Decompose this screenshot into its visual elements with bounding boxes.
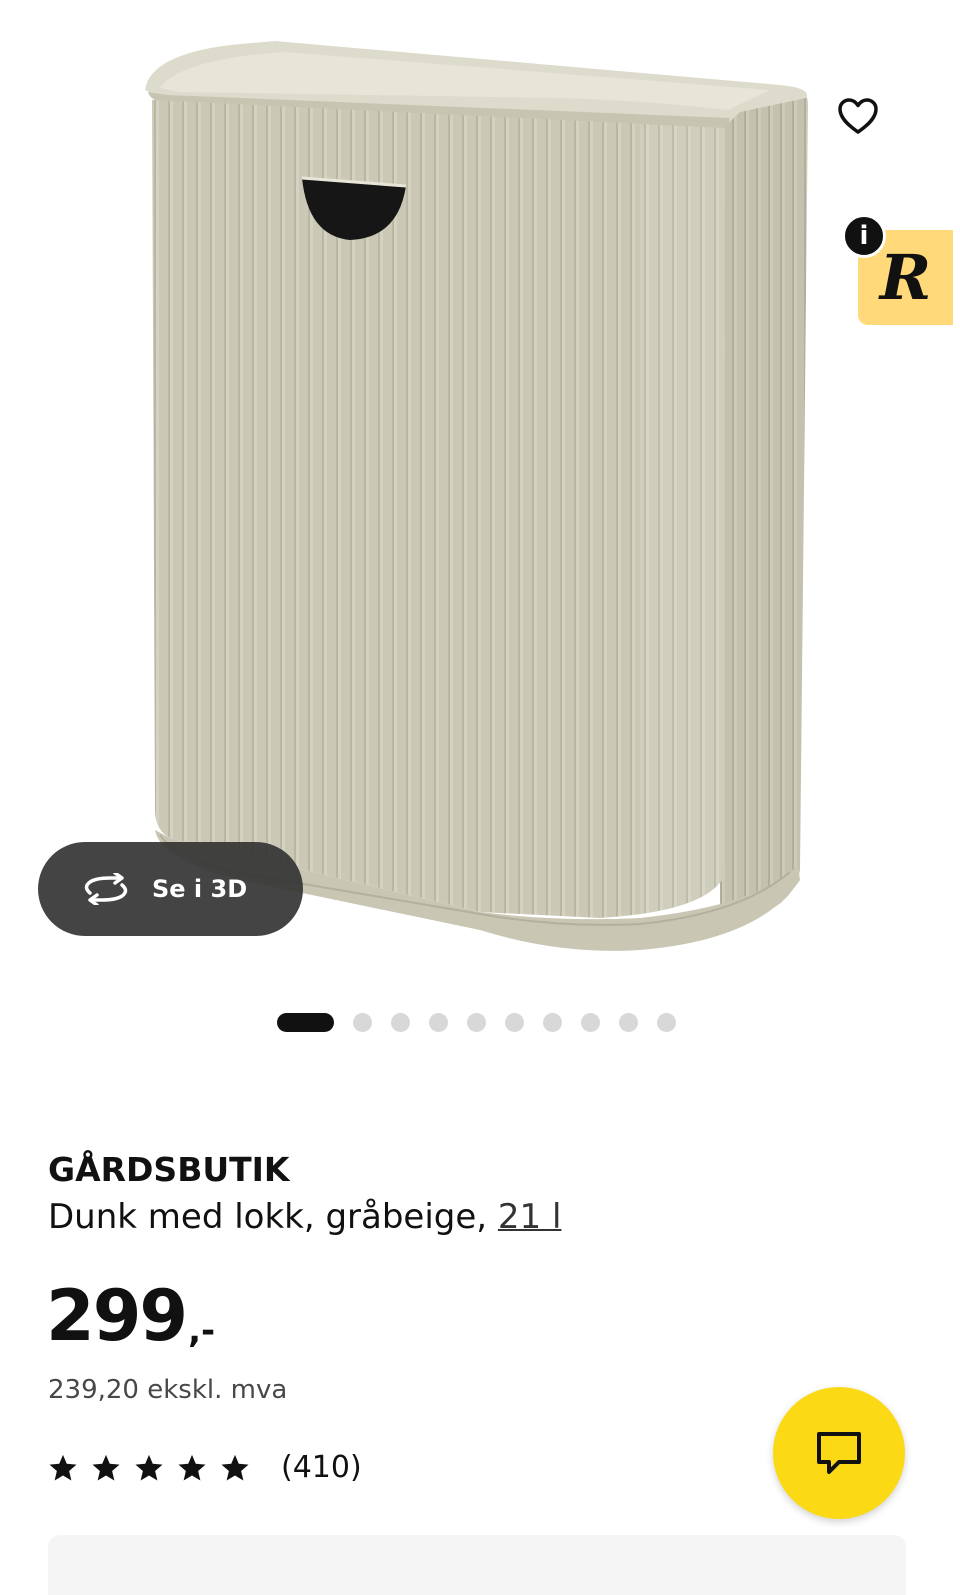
info-label: i (859, 221, 869, 251)
product-description: Dunk med lokk, gråbeige, 21 l (48, 1197, 561, 1237)
pagination-dot[interactable] (543, 1012, 562, 1032)
product-size-link[interactable]: 21 l (498, 1197, 562, 1237)
star-filled-icon (49, 1454, 77, 1480)
pagination-dot[interactable] (657, 1012, 676, 1032)
view-in-3d-button[interactable]: Se i 3D (38, 842, 303, 936)
rotate-3d-icon (84, 873, 128, 905)
product-price: 299 ,- (46, 1276, 215, 1356)
product-description-text: Dunk med lokk, gråbeige, (48, 1197, 498, 1237)
chat-bubble-icon (817, 1432, 861, 1474)
product-rating[interactable]: (410) (48, 1450, 362, 1485)
heart-outline-icon (838, 98, 878, 134)
star-filled-icon (135, 1454, 163, 1480)
pagination-dot[interactable] (467, 1012, 486, 1032)
pagination-dot-active[interactable] (277, 1012, 334, 1032)
price-ex-vat: 239,20 ekskl. mva (48, 1375, 288, 1405)
badge-letter: R (879, 241, 932, 314)
star-filled-icon (178, 1454, 206, 1480)
price-integer: 299 (46, 1275, 188, 1357)
pagination-dot[interactable] (429, 1012, 448, 1032)
product-brand: GÅRDSBUTIK (48, 1150, 290, 1189)
pagination-dot[interactable] (505, 1012, 524, 1032)
options-card[interactable] (48, 1535, 906, 1595)
info-icon[interactable]: i (842, 214, 886, 258)
view-in-3d-label: Se i 3D (152, 875, 248, 903)
gallery-pagination (277, 1012, 695, 1032)
wishlist-button[interactable] (830, 88, 886, 144)
pagination-dot[interactable] (581, 1012, 600, 1032)
review-count: (410) (281, 1450, 362, 1485)
rating-stars (48, 1453, 263, 1483)
chat-button[interactable] (773, 1387, 905, 1519)
pagination-dot[interactable] (619, 1012, 638, 1032)
pagination-dot[interactable] (391, 1012, 410, 1032)
star-filled-icon (221, 1454, 249, 1480)
star-filled-icon (92, 1454, 120, 1480)
product-image (145, 41, 808, 951)
price-suffix: ,- (188, 1311, 216, 1351)
product-image-gallery[interactable]: R i Se i 3D (0, 0, 960, 980)
pagination-dot[interactable] (353, 1012, 372, 1032)
